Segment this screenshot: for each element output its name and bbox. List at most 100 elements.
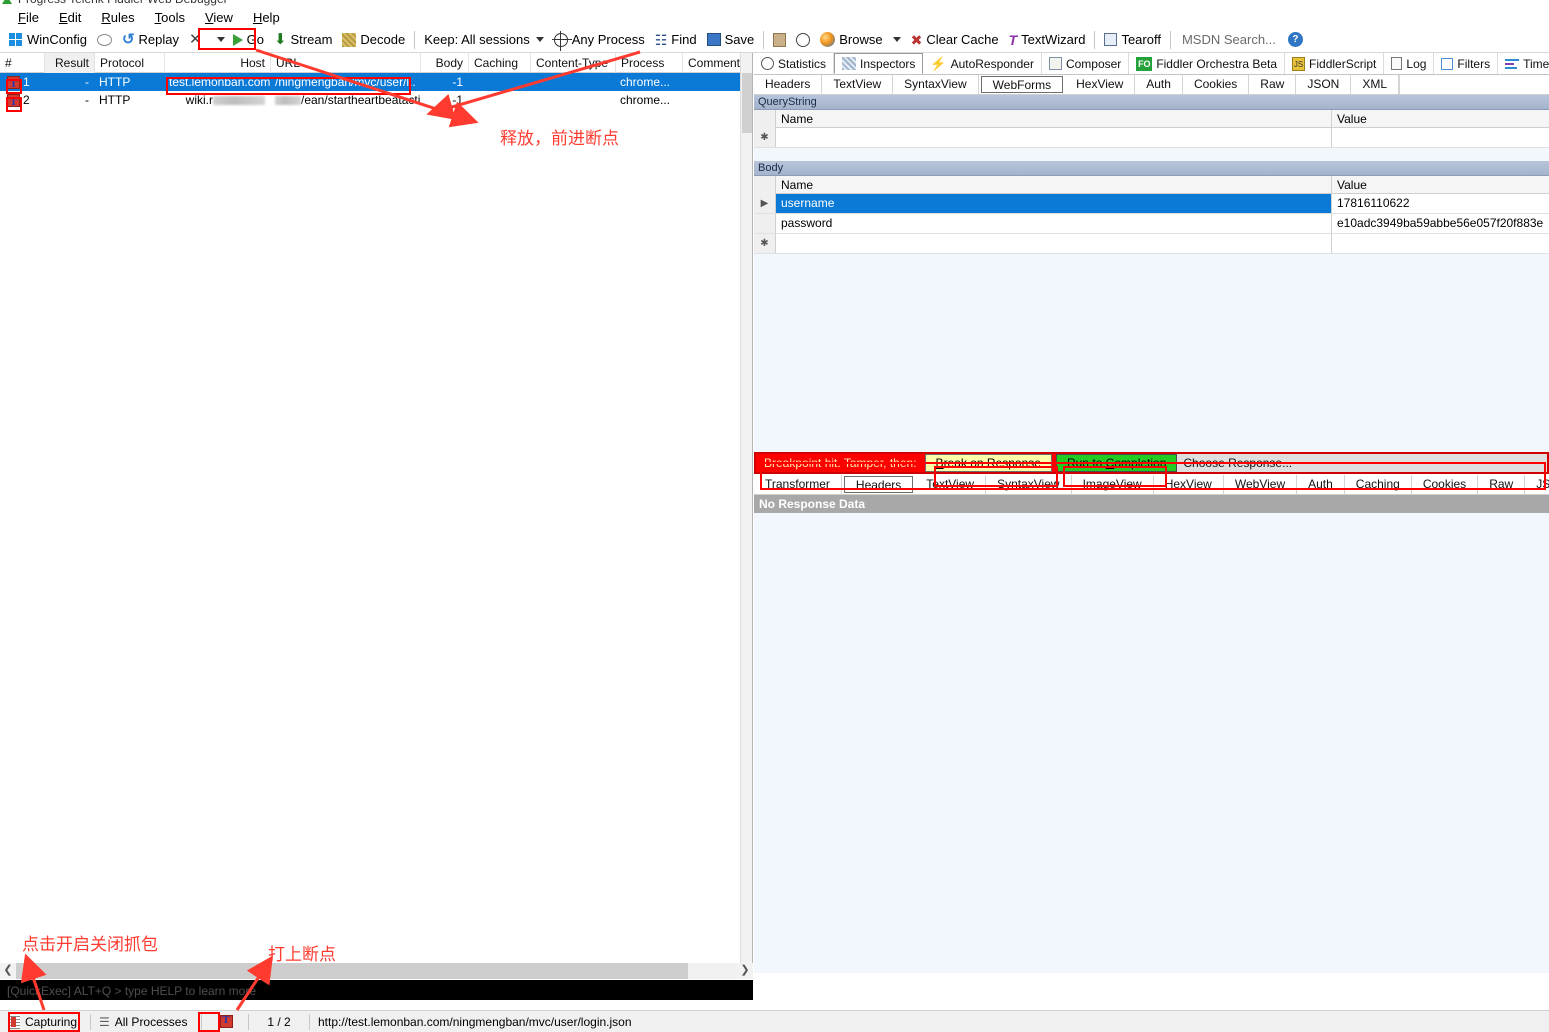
stream-button[interactable]: ⬇ Stream (269, 31, 337, 48)
save-button[interactable]: Save (702, 31, 760, 48)
response-tab-headers[interactable]: Headers (843, 476, 914, 493)
response-tab-webview[interactable]: WebView (1224, 475, 1298, 494)
remove-button[interactable]: ✕ (184, 31, 207, 48)
tab-composer[interactable]: Composer (1042, 53, 1130, 74)
textwizard-button[interactable]: T TextWizard (1004, 31, 1091, 48)
process-filter[interactable]: ☰ All Processes (91, 1011, 201, 1032)
column-header-result[interactable]: Result (44, 52, 94, 73)
session-list-horizontal-scrollbar[interactable]: ❮ ❯ (0, 963, 753, 979)
clear-cache-button[interactable]: ✖ Clear Cache (906, 31, 1004, 48)
body-row-username[interactable]: ▶ username 17816110622 (754, 194, 1549, 214)
body-name-cell[interactable] (776, 234, 1332, 253)
tab-fiddlerscript[interactable]: JS FiddlerScript (1285, 53, 1385, 74)
replay-button[interactable]: ↺ Replay (117, 31, 184, 48)
timer-button[interactable] (791, 32, 815, 48)
run-to-completion-button[interactable]: Run to Completion (1055, 454, 1178, 472)
tab-inspectors[interactable]: Inspectors (834, 53, 924, 74)
request-tab-json[interactable]: JSON (1296, 75, 1352, 94)
table-row[interactable]: 2 - HTTP wiki.r /ean/startheartbeatactiv… (0, 91, 752, 109)
column-header-url[interactable]: URL (270, 52, 420, 73)
status-bar: Capturing ☰ All Processes 1 / 2 http://t… (0, 1010, 1549, 1032)
session-list-vertical-scrollbar[interactable] (740, 53, 752, 963)
help-button[interactable]: ? (1283, 31, 1308, 48)
any-process-button[interactable]: Any Process (549, 30, 650, 51)
request-tab-hexview[interactable]: HexView (1065, 75, 1136, 94)
menu-file[interactable]: File (8, 9, 49, 26)
column-header-caching[interactable]: Caching (468, 52, 530, 73)
body-col-value[interactable]: Value (1332, 176, 1549, 194)
menu-tools[interactable]: Tools (145, 9, 195, 26)
querystring-name-cell[interactable] (776, 128, 1332, 147)
menu-rules[interactable]: Rules (91, 9, 144, 26)
breakpoint-icon[interactable] (7, 93, 20, 109)
column-header-num[interactable]: # (0, 53, 44, 73)
break-on-response-button[interactable]: Break on Response (924, 454, 1052, 472)
body-value-cell[interactable]: e10adc3949ba59abbe56e057f20f883e (1332, 214, 1549, 233)
request-tab-syntaxview[interactable]: SyntaxView (893, 75, 979, 94)
response-tab-cookies[interactable]: Cookies (1412, 475, 1479, 494)
response-tab-imageview[interactable]: ImageView (1072, 475, 1154, 494)
column-header-content-type[interactable]: Content-Type (530, 52, 615, 73)
body-col-name[interactable]: Name (776, 175, 1332, 194)
tab-timeline[interactable]: Timeline (1498, 53, 1549, 74)
response-tab-auth[interactable]: Auth (1297, 475, 1345, 494)
body-new-row[interactable]: ✱ (754, 234, 1549, 254)
querystring-new-row[interactable]: ✱ (754, 128, 1549, 148)
request-tab-cookies[interactable]: Cookies (1183, 75, 1250, 94)
body-name-cell[interactable]: password (776, 214, 1332, 233)
body-value-cell[interactable] (1332, 234, 1549, 253)
body-name-cell[interactable]: username (776, 194, 1332, 213)
go-button[interactable]: Go (207, 31, 269, 48)
querystring-value-cell[interactable] (1332, 128, 1549, 147)
response-tab-caching[interactable]: Caching (1345, 475, 1412, 494)
clipboard-button[interactable] (768, 32, 791, 48)
browse-button[interactable]: Browse (815, 31, 905, 48)
decode-button[interactable]: Decode (337, 31, 410, 48)
column-header-body[interactable]: Body (420, 52, 468, 73)
tab-filters[interactable]: Filters (1434, 53, 1499, 74)
tab-fiddler-orchestra[interactable]: FO Fiddler Orchestra Beta (1129, 53, 1286, 74)
tab-autoresponder[interactable]: ⚡ AutoResponder (923, 53, 1042, 74)
scrollbar-thumb[interactable] (742, 73, 752, 133)
response-tab-textview[interactable]: TextView (915, 475, 987, 494)
breakpoint-toggle[interactable] (202, 1011, 248, 1032)
winconfig-button[interactable]: WinConfig (4, 31, 92, 48)
column-header-protocol[interactable]: Protocol (94, 52, 164, 73)
response-tab-transformer[interactable]: Transformer (754, 475, 842, 494)
capturing-toggle[interactable]: Capturing (0, 1011, 90, 1032)
table-row[interactable]: 1 - HTTP test.lemonban.com /ningmengban/… (0, 73, 752, 91)
querystring-col-name[interactable]: Name (776, 109, 1332, 128)
scrollbar-thumb[interactable] (16, 963, 688, 979)
tab-log[interactable]: Log (1384, 53, 1435, 74)
choose-response-dropdown[interactable]: Choose Response... (1177, 454, 1547, 472)
comment-button[interactable] (92, 33, 117, 47)
column-header-process[interactable]: Process (615, 52, 682, 73)
request-tab-headers[interactable]: Headers (754, 75, 823, 94)
response-tab-hexview[interactable]: HexView (1154, 475, 1224, 494)
scrollbar-track[interactable] (16, 963, 737, 979)
breakpoint-icon[interactable] (7, 75, 20, 91)
response-tab-json[interactable]: JSON (1525, 475, 1549, 494)
body-value-cell[interactable]: 17816110622 (1332, 194, 1549, 213)
body-row-password[interactable]: password e10adc3949ba59abbe56e057f20f883… (754, 214, 1549, 234)
request-tab-auth[interactable]: Auth (1135, 75, 1183, 94)
find-button[interactable]: ☷ Find (650, 31, 702, 48)
tab-statistics[interactable]: Statistics (754, 53, 835, 74)
msdn-search-input[interactable]: MSDN Search... (1175, 29, 1283, 50)
scroll-right-arrow-icon[interactable]: ❯ (737, 963, 753, 979)
response-tab-syntaxview[interactable]: SyntaxView (986, 475, 1072, 494)
column-header-host[interactable]: Host (164, 52, 270, 73)
request-tab-textview[interactable]: TextView (822, 75, 894, 94)
tearoff-button[interactable]: Tearoff (1099, 31, 1166, 48)
request-tab-raw[interactable]: Raw (1249, 75, 1297, 94)
response-tab-raw[interactable]: Raw (1478, 475, 1526, 494)
menu-view[interactable]: View (195, 9, 243, 26)
menu-help[interactable]: Help (243, 9, 290, 26)
menu-edit[interactable]: Edit (49, 9, 91, 26)
request-tab-webforms[interactable]: WebForms (980, 76, 1064, 93)
scroll-left-arrow-icon[interactable]: ❮ (0, 963, 16, 979)
request-tab-xml[interactable]: XML (1351, 75, 1400, 94)
querystring-col-value[interactable]: Value (1332, 110, 1549, 128)
keep-sessions-dropdown[interactable]: Keep: All sessions (419, 31, 549, 48)
quickexec-input[interactable]: [QuickExec] ALT+Q > type HELP to learn m… (0, 980, 753, 1000)
